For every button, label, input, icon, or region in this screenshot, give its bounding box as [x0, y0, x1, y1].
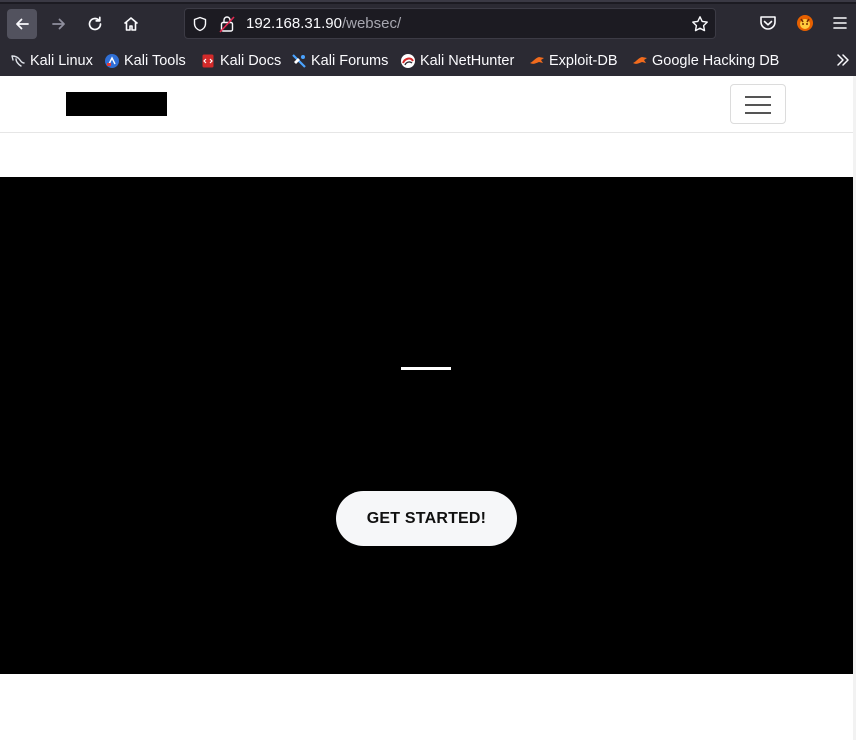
- hamburger-menu-icon[interactable]: [830, 13, 850, 33]
- home-button[interactable]: [116, 9, 146, 39]
- bookmark-label: Kali Linux: [30, 53, 93, 69]
- browser-toolbar: 192.168.31.90/websec/ Kali Linux Kali To…: [0, 0, 856, 76]
- bookmark-kali-forums[interactable]: Kali Forums: [291, 51, 388, 71]
- home-icon: [123, 17, 139, 31]
- kali-dragon-icon: [11, 55, 25, 67]
- nethunter-icon: [401, 54, 415, 68]
- bookmark-kali-linux[interactable]: Kali Linux: [10, 51, 93, 71]
- bookmark-label: Google Hacking DB: [652, 53, 780, 69]
- bookmark-label: Kali Forums: [311, 53, 389, 69]
- bookmark-google-hacking-db[interactable]: Google Hacking DB: [632, 51, 779, 71]
- forward-button[interactable]: [44, 9, 74, 39]
- tab-strip-edge: [0, 0, 856, 4]
- reload-button[interactable]: [80, 9, 110, 39]
- chevron-double-right-icon[interactable]: [834, 51, 852, 69]
- bookmark-exploit-db[interactable]: Exploit-DB: [529, 51, 618, 71]
- kali-docs-icon: [202, 54, 214, 68]
- bookmark-label: Kali NetHunter: [420, 53, 515, 69]
- hero-section: GET STARTED!: [0, 177, 853, 674]
- arrow-left-icon: [16, 18, 29, 30]
- site-logo[interactable]: [66, 92, 167, 116]
- bookmark-kali-nethunter[interactable]: Kali NetHunter: [400, 51, 514, 71]
- bookmark-star-icon[interactable]: [691, 15, 709, 33]
- url-host: 192.168.31.90: [246, 15, 342, 32]
- bookmark-kali-docs[interactable]: Kali Docs: [200, 51, 281, 71]
- exploit-db-icon: [530, 57, 544, 64]
- address-bar[interactable]: 192.168.31.90/websec/: [184, 8, 716, 39]
- bookmark-label: Kali Docs: [220, 53, 282, 69]
- url-path: /websec/: [341, 15, 402, 32]
- kali-tools-icon: [105, 54, 119, 68]
- hamburger-menu-icon: [745, 104, 771, 106]
- kali-forums-icon: [292, 54, 306, 68]
- hero-divider: [401, 367, 451, 370]
- get-started-button[interactable]: GET STARTED!: [336, 491, 517, 546]
- bookmark-kali-tools[interactable]: Kali Tools: [104, 51, 186, 71]
- pocket-icon[interactable]: [758, 13, 778, 33]
- site-navbar: [0, 76, 856, 133]
- hamburger-menu-icon: [745, 112, 771, 114]
- nav-toggle-button[interactable]: [730, 84, 786, 124]
- tracking-shield-icon[interactable]: [192, 16, 208, 32]
- back-button[interactable]: [7, 9, 37, 39]
- bookmarks-toolbar: Kali Linux Kali Tools Kali Docs Kali For…: [0, 48, 856, 74]
- insecure-lock-icon[interactable]: [219, 15, 235, 33]
- bookmark-label: Kali Tools: [124, 53, 186, 69]
- bookmark-label: Exploit-DB: [549, 53, 618, 69]
- ghdb-icon: [633, 57, 647, 64]
- hamburger-menu-icon: [745, 96, 771, 98]
- url-text[interactable]: 192.168.31.90/websec/: [246, 15, 401, 32]
- reload-icon: [88, 16, 102, 31]
- arrow-right-icon: [52, 18, 65, 30]
- firefox-account-icon[interactable]: [795, 13, 815, 33]
